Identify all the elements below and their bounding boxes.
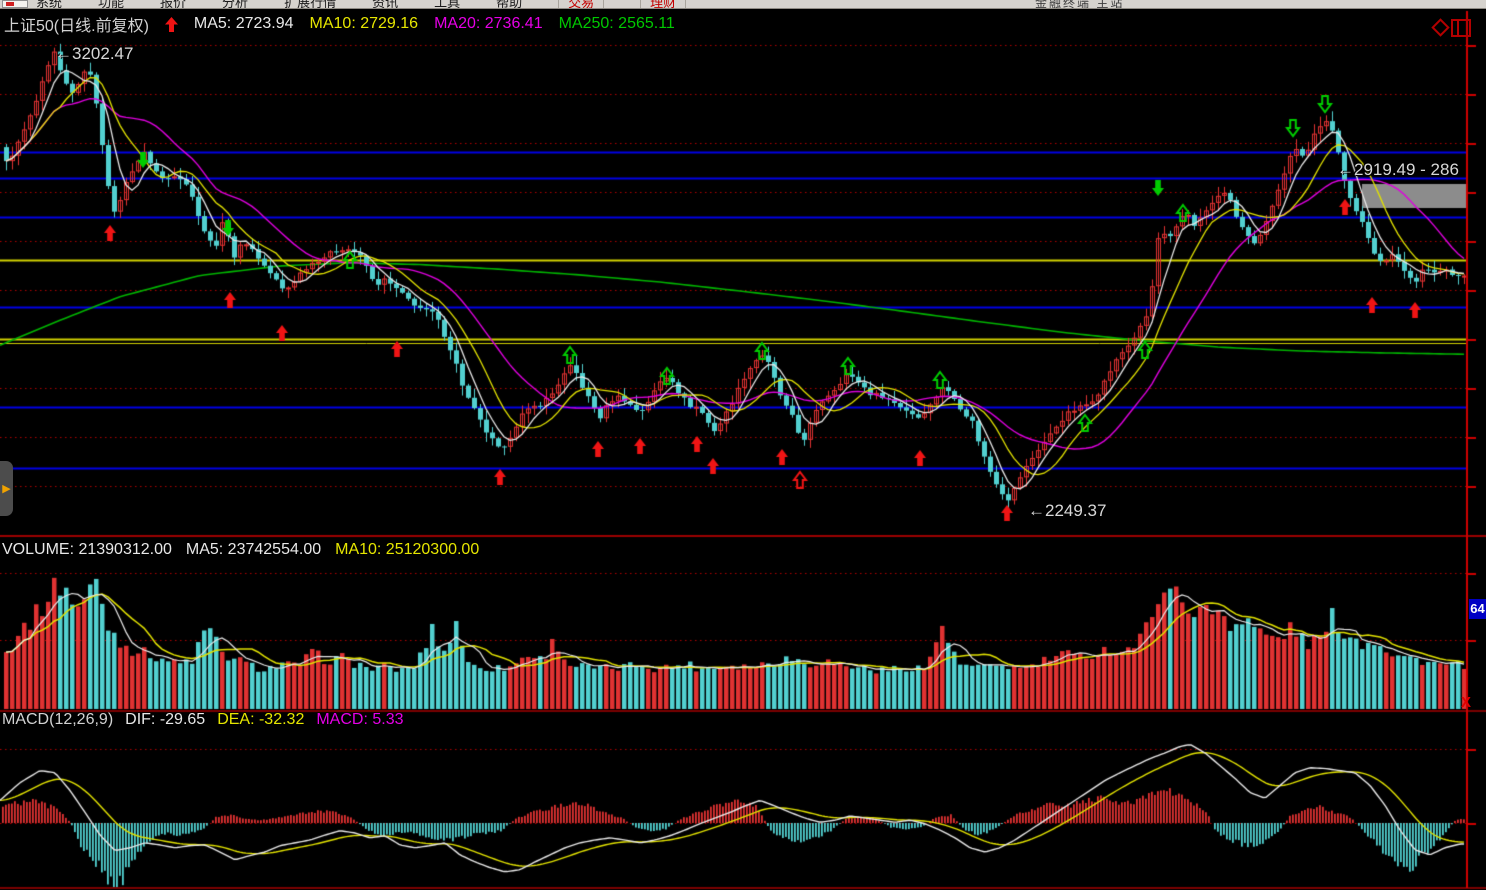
macd-title-row: MACD(12,26,9) DIF: -29.65 DEA: -32.32 MA… [2, 711, 403, 729]
menu-item-tools[interactable]: 工具 [434, 0, 460, 9]
trading-terminal: { "menubar": { "items": ["系统","功能","报价",… [0, 0, 1486, 890]
menu-item-extended[interactable]: 扩展行情 [284, 0, 336, 9]
price-annotation-range: ←2919.49 - 286 [1337, 160, 1465, 180]
menu-item-analysis[interactable]: 分析 [222, 0, 248, 9]
logo-mark [6, 2, 14, 6]
menu-items: 系统 功能 报价 分析 扩展行情 资讯 工具 帮助 交易 理财 [36, 0, 1486, 9]
window-divider [1457, 21, 1459, 35]
menu-item-news[interactable]: 资讯 [372, 0, 398, 9]
menu-item-wealth[interactable]: 理财 [640, 0, 686, 9]
menu-right-text: 金融终端 主站 [1035, 0, 1124, 9]
chart-canvas[interactable] [0, 0, 1486, 890]
volume-title-row: VOLUME: 21390312.00 MA5: 23742554.00 MA1… [2, 541, 479, 559]
menu-item-system[interactable]: 系统 [36, 0, 62, 9]
volume-scale-label[interactable]: X [1461, 694, 1471, 711]
menu-item-quotes[interactable]: 报价 [160, 0, 186, 9]
macd-params-label: MACD(12,26,9) [2, 711, 113, 729]
volume-ma5-label: MA5: 23742554.00 [186, 541, 321, 559]
volume-axis-label: 64 [1469, 599, 1486, 619]
price-annotation-high: ←3202.47 [55, 44, 133, 64]
sidebar-expand-tab[interactable]: ▶ [0, 461, 13, 516]
price-annotation-low: ←2249.37 [1028, 501, 1106, 521]
ma20-label: MA20: 2736.41 [434, 15, 543, 33]
chart-symbol-label: 上证50(日线.前复权) [4, 12, 149, 36]
menu-bar: 系统 功能 报价 分析 扩展行情 资讯 工具 帮助 交易 理财 金融终端 主站 [0, 0, 1486, 9]
menu-item-help[interactable]: 帮助 [496, 0, 522, 9]
app-logo [2, 0, 28, 8]
split-window-icon[interactable] [1451, 19, 1471, 37]
volume-ma10-label: MA10: 25120300.00 [335, 541, 479, 559]
ma250-label: MA250: 2565.11 [559, 15, 675, 33]
menu-item-function[interactable]: 功能 [98, 0, 124, 9]
menu-item-trade[interactable]: 交易 [558, 0, 604, 9]
dif-label: DIF: -29.65 [125, 711, 205, 729]
up-arrow-icon [165, 17, 178, 32]
macd-value-label: MACD: 5.33 [316, 711, 403, 729]
dea-label: DEA: -32.32 [217, 711, 304, 729]
ma5-label: MA5: 2723.94 [194, 15, 294, 33]
ma10-label: MA10: 2729.16 [310, 15, 419, 33]
main-chart-title-row: 上证50(日线.前复权) MA5: 2723.94 MA10: 2729.16 … [4, 12, 675, 36]
expand-arrow-icon: ▶ [2, 482, 10, 495]
volume-label: VOLUME: 21390312.00 [2, 541, 172, 559]
